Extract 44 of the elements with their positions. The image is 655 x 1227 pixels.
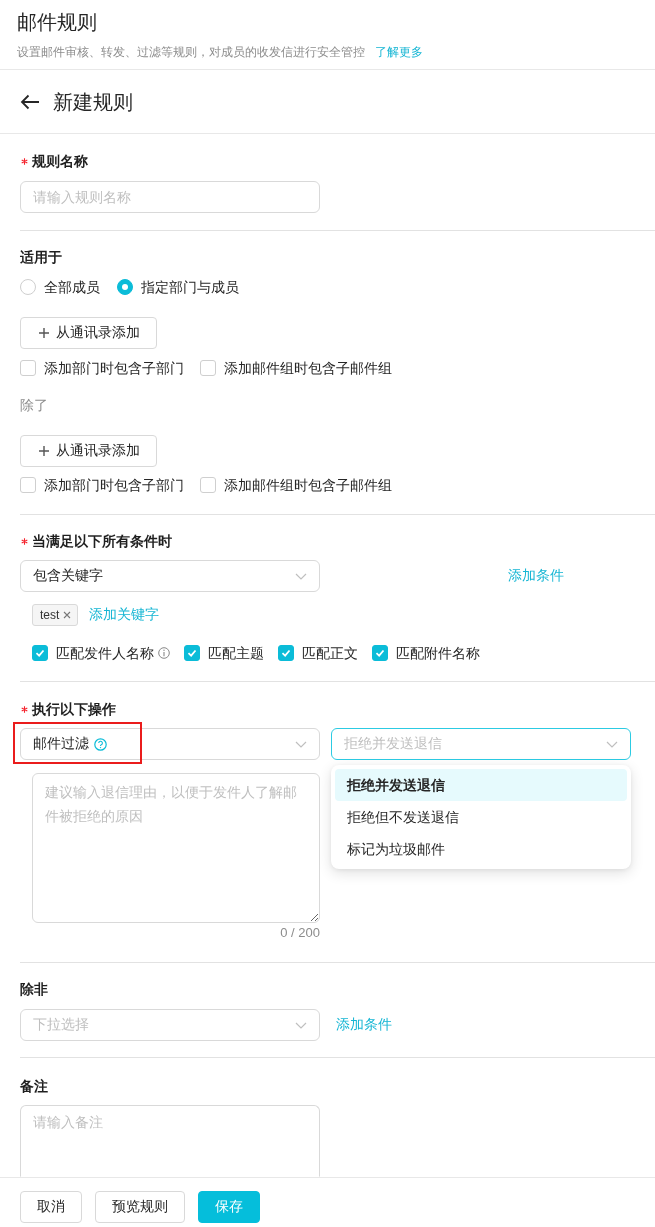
field-label: 执行以下操作 — [32, 700, 116, 719]
footer-button[interactable]: 取消 — [20, 1191, 82, 1223]
checkbox-option[interactable]: 添加邮件组时包含子邮件组 — [200, 475, 392, 495]
plus-icon — [39, 446, 49, 456]
action-type-select[interactable]: 邮件过滤 — [20, 728, 320, 760]
dropdown-option[interactable]: 标记为垃圾邮件 — [335, 833, 627, 865]
add-from-contacts-button[interactable]: 从通讯录添加 — [20, 435, 157, 467]
reason-textarea[interactable]: 建议输入退信理由，以便于发件人了解邮件被拒绝的原因 — [32, 773, 320, 923]
caret-icon — [295, 1021, 307, 1029]
dropdown-option[interactable]: 拒绝并发送退信 — [335, 769, 627, 801]
close-icon[interactable] — [63, 611, 72, 619]
checkbox-option[interactable]: 匹配主题 — [184, 643, 264, 663]
back-arrow-icon[interactable] — [20, 93, 40, 110]
rule-name-input[interactable]: 请输入规则名称 — [20, 181, 320, 213]
caret-icon — [606, 740, 618, 748]
page-title: 邮件规则 — [17, 10, 97, 35]
character-counter: 0 / 200 — [280, 925, 320, 941]
caret-icon — [295, 740, 307, 748]
field-label: 当满足以下所有条件时 — [32, 532, 172, 551]
form-title: 新建规则 — [53, 89, 133, 115]
caret-icon — [295, 572, 307, 580]
field-label: 备注 — [20, 1077, 48, 1096]
add-from-contacts-button[interactable]: 从通讯录添加 — [20, 317, 157, 349]
checkbox-option[interactable]: 匹配发件人名称 — [32, 643, 170, 663]
field-label: 适用于 — [20, 248, 62, 267]
checkbox-option[interactable]: 添加部门时包含子部门 — [20, 358, 184, 378]
checkbox-option[interactable]: 添加部门时包含子部门 — [20, 475, 184, 495]
info-icon[interactable] — [158, 647, 170, 659]
remark-textarea[interactable]: 请输入备注 — [20, 1105, 320, 1177]
field-label: 除非 — [20, 980, 48, 999]
footer-button[interactable]: 预览规则 — [95, 1191, 185, 1223]
field-label: 规则名称 — [32, 152, 88, 171]
dropdown-option[interactable]: 拒绝但不发送退信 — [335, 801, 627, 833]
checkbox-option[interactable]: 添加邮件组时包含子邮件组 — [200, 358, 392, 378]
help-icon[interactable] — [94, 737, 107, 751]
condition-select[interactable]: 包含关键字 — [20, 560, 320, 592]
plus-icon — [39, 328, 49, 338]
page-description: 设置邮件审核、转发、过滤等规则，对成员的收发信进行安全管控 — [17, 44, 365, 61]
checkbox-option[interactable]: 匹配正文 — [278, 643, 358, 663]
checkbox-option[interactable]: 匹配附件名称 — [372, 643, 480, 663]
except-label: 除了 — [20, 396, 48, 415]
radio-option[interactable]: 指定部门与成员 — [117, 277, 239, 297]
tag-label: test — [40, 608, 60, 622]
radio-option[interactable]: 全部成员 — [20, 277, 100, 297]
